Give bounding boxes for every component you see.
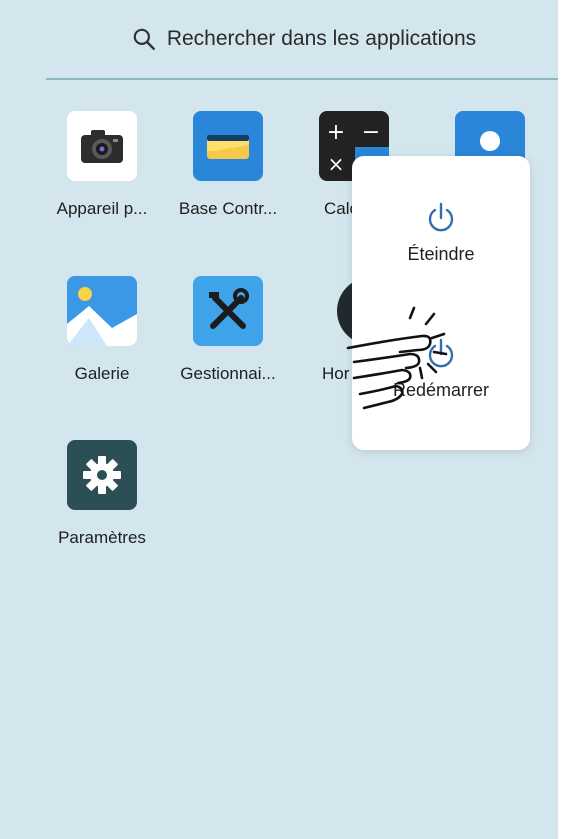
- tools-icon: [193, 276, 263, 346]
- gallery-icon: [67, 276, 137, 346]
- power-off-label: Éteindre: [407, 244, 475, 264]
- app-drawer-screen: Rechercher dans les applications Apparei…: [0, 0, 558, 839]
- settings-gear-icon: [67, 440, 137, 510]
- power-icon: [428, 202, 454, 232]
- app-settings[interactable]: Paramètres: [38, 440, 166, 548]
- app-tools[interactable]: Gestionnai...: [164, 276, 292, 384]
- app-label: Gestionnai...: [180, 364, 276, 383]
- power-off-button[interactable]: Éteindre: [352, 202, 530, 265]
- app-gallery[interactable]: Galerie: [38, 276, 166, 384]
- app-base-contr[interactable]: Base Contr...: [164, 111, 292, 219]
- search-bar[interactable]: Rechercher dans les applications: [46, 0, 558, 80]
- search-placeholder: Rechercher dans les applications: [166, 27, 477, 50]
- base-contr-icon: [193, 111, 263, 181]
- svg-text:−: −: [362, 120, 380, 145]
- camera-icon: [67, 111, 137, 181]
- svg-text:×: ×: [328, 152, 345, 176]
- app-label: Paramètres: [58, 528, 146, 547]
- app-label: Base Contr...: [178, 199, 278, 218]
- app-camera[interactable]: Appareil p...: [38, 111, 166, 219]
- app-label: Appareil p...: [56, 199, 148, 218]
- search-icon: [133, 28, 155, 50]
- tap-hand-icon: [346, 306, 448, 410]
- app-label: Galerie: [74, 364, 130, 383]
- svg-text:+: +: [327, 120, 345, 145]
